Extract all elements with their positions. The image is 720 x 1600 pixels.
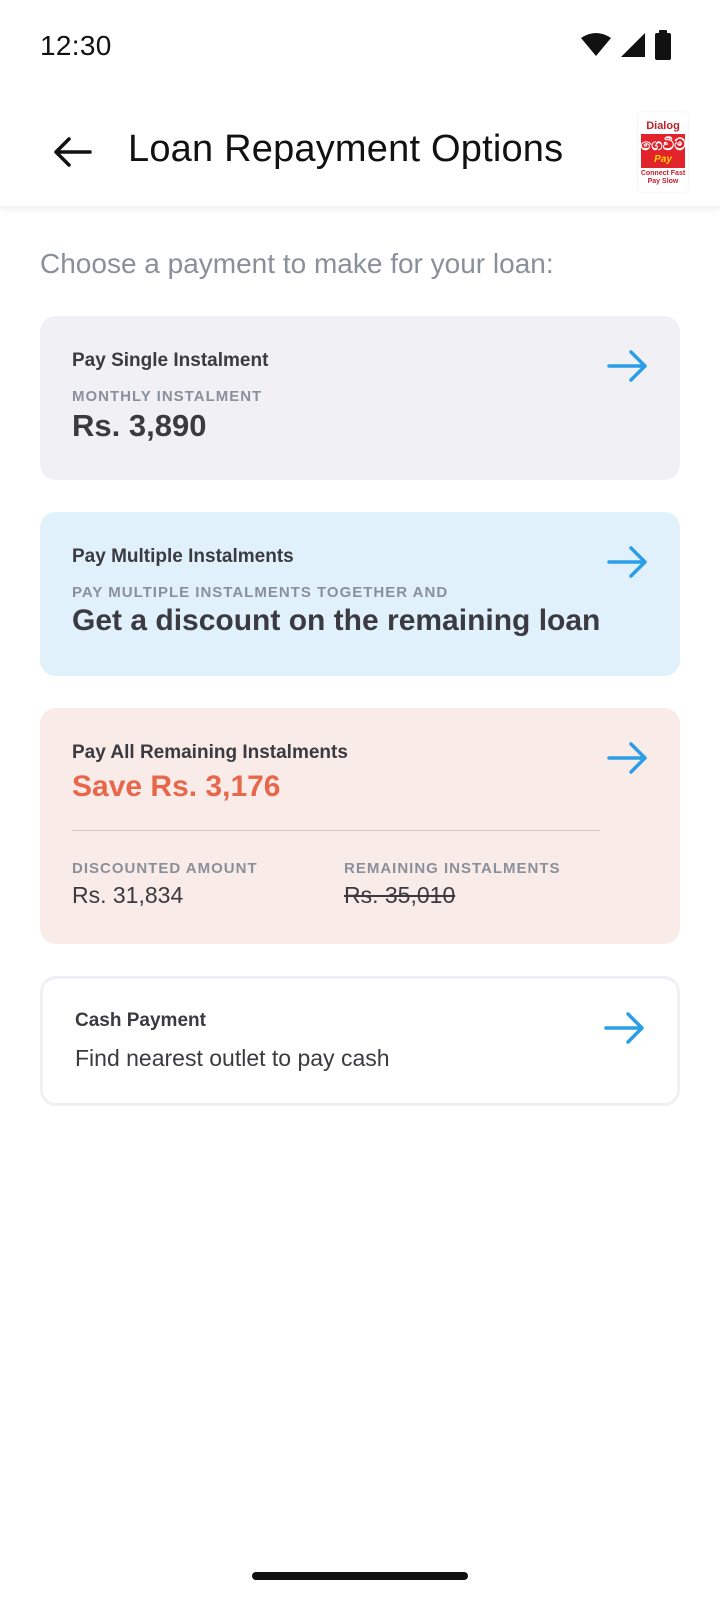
card-caption: PAY MULTIPLE INSTALMENTS TOGETHER AND (72, 584, 449, 601)
logo-tagline: Connect Fast Pay Slow (641, 170, 685, 186)
savings-amount: Save Rs. 3,176 (72, 770, 281, 803)
page-title: Loan Repayment Options (128, 128, 564, 170)
discounted-amount-label: DISCOUNTED AMOUNT (72, 860, 258, 877)
card-description: Find nearest outlet to pay cash (75, 1045, 390, 1071)
dialog-pay-logo: Dialog ගෙවීම් Pay Connect Fast Pay Slow (638, 112, 688, 192)
app-bar: Loan Repayment Options Dialog ගෙවීම් Pay… (0, 96, 720, 206)
remaining-instalments-label: REMAINING INSTALMENTS (344, 860, 561, 877)
wifi-icon (581, 33, 611, 56)
card-heading: Pay Single Instalment (72, 350, 269, 371)
discounted-amount-value: Rs. 31,834 (72, 882, 184, 908)
option-card-cash-payment[interactable]: Cash Payment Find nearest outlet to pay … (40, 976, 680, 1106)
logo-box: ගෙවීම් Pay (640, 134, 686, 168)
logo-product: Pay (654, 153, 672, 165)
battery-icon (655, 30, 671, 60)
card-heading: Pay Multiple Instalments (72, 546, 294, 567)
remaining-instalments-value: Rs. 35,010 (344, 882, 456, 908)
arrow-right-icon (607, 350, 647, 382)
arrow-left-icon (54, 137, 92, 167)
arrow-right-icon (607, 742, 647, 774)
intro-text: Choose a payment to make for your loan: (40, 248, 554, 279)
back-button[interactable] (44, 124, 100, 180)
option-card-multiple-instalments[interactable]: Pay Multiple Instalments PAY MULTIPLE IN… (40, 512, 680, 676)
card-value: Get a discount on the remaining loan (72, 604, 601, 637)
card-caption: MONTHLY INSTALMENT (72, 388, 263, 405)
arrow-right-icon (607, 546, 647, 578)
card-heading: Cash Payment (75, 1010, 206, 1031)
arrow-right-icon (604, 1012, 644, 1044)
card-heading: Pay All Remaining Instalments (72, 742, 348, 763)
logo-brand: Dialog (646, 120, 680, 132)
option-card-all-remaining-instalments[interactable]: Pay All Remaining Instalments Save Rs. 3… (40, 708, 680, 944)
logo-mark: ගෙවීම් (640, 136, 686, 154)
cellular-signal-icon (621, 33, 645, 57)
card-value: Rs. 3,890 (72, 408, 207, 443)
option-card-single-instalment[interactable]: Pay Single Instalment MONTHLY INSTALMENT… (40, 316, 680, 480)
divider (72, 830, 600, 831)
logo-tagline-1: Connect Fast (640, 170, 686, 177)
home-indicator[interactable] (252, 1572, 468, 1580)
status-bar: 12:30 (0, 0, 720, 96)
logo-tagline-2: Pay Slow (647, 178, 679, 185)
status-time: 12:30 (40, 30, 112, 61)
status-icons (580, 30, 672, 60)
